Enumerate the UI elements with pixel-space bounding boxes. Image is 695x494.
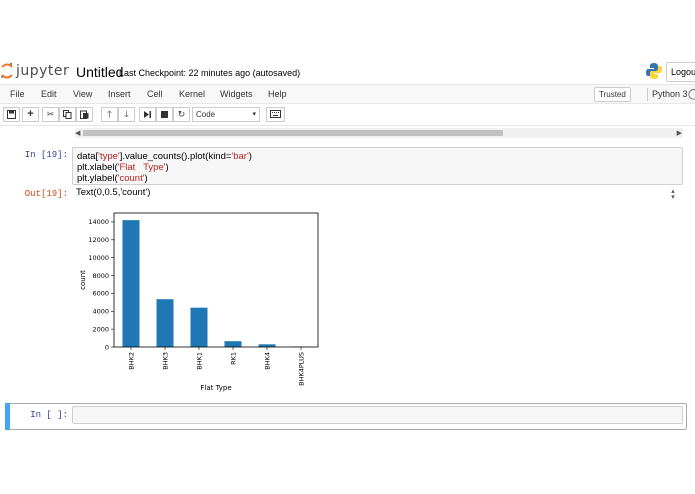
output-prompt: Out[19]: [24,189,68,199]
notebook-title[interactable]: Untitled [76,64,123,80]
jupyter-logo[interactable]: jupyter [0,61,69,81]
menu-cell[interactable]: Cell [147,89,163,99]
python-logo-icon [646,63,662,79]
arrow-up-icon: 🡑 [107,109,112,119]
y-tick-label: 14000 [88,218,109,226]
interrupt-button[interactable] [156,107,173,122]
y-axis-label: count [79,270,87,290]
x-axis-label: Flat Type [200,384,231,392]
y-tick-label: 10000 [88,254,109,262]
menu-widgets[interactable]: Widgets [220,89,253,99]
celltype-value: Code [196,110,216,119]
x-tick-label: BHK3 [162,352,170,370]
jupyter-logo-text: jupyter [16,63,70,79]
menu-kernel[interactable]: Kernel [179,89,205,99]
copy-button[interactable] [59,107,76,122]
plot-frame [113,212,319,348]
x-tick-label: BHK4 [264,352,272,370]
bar-chart: BHK2 BHK3 BHK1 RK1 BHK4 BHK4PLUS 0 2000 4000 6000… [79,212,319,392]
x-tick-label: BHK1 [196,352,204,370]
y-tick-label: 0 [105,343,109,351]
input-prompt: In [19]: [24,150,68,160]
save-button[interactable] [3,107,20,122]
trusted-badge[interactable]: Trusted [594,87,631,102]
x-tick-label: RK1 [230,352,238,365]
celltype-select[interactable]: Code ▾ [192,107,260,122]
chart-bar [224,341,242,347]
menu-help[interactable]: Help [268,89,287,99]
save-icon [7,110,16,119]
code-line-1: data['type'].value_counts().plot(kind='b… [77,151,252,162]
kernel-status-icon: ◯ [688,89,695,100]
step-forward-icon [144,111,151,118]
output-collapse-button[interactable]: ▴ ▾ [668,188,678,201]
scroll-left-arrow-icon[interactable]: ◀ [75,129,80,137]
y-tick-label: 4000 [92,308,109,316]
insert-cell-button[interactable]: + [22,107,39,122]
notebook-toolbar: + ✂ 🡑 🡓 ↻ Code ▾ [0,104,695,126]
y-tick-label: 6000 [92,290,109,298]
run-button[interactable] [139,107,156,122]
cell-selection-bar [5,403,10,430]
copy-icon [63,110,72,119]
scroll-right-arrow-icon[interactable]: ▶ [677,129,682,137]
keyboard-icon [270,110,281,118]
code-editor[interactable]: data['type'].value_counts().plot(kind='b… [72,147,683,185]
x-tick-label: BHK2 [128,352,136,370]
kernel-name: Python 3 [652,89,688,99]
refresh-icon: ↻ [177,109,186,119]
command-palette-button[interactable] [266,107,285,122]
checkpoint-status: Last Checkpoint: 22 minutes ago (autosav… [119,68,301,78]
move-down-button[interactable]: 🡓 [118,107,135,122]
chart-bar [156,299,174,347]
y-tick-label: 2000 [92,325,109,333]
kernel-separator [647,88,648,101]
chart-bar [258,344,276,347]
logout-button[interactable]: Logout [666,62,695,82]
y-tick-label: 8000 [92,272,109,280]
notebook-header: jupyter Untitled Last Checkpoint: 22 min… [0,57,695,85]
arrow-down-icon: 🡓 [124,109,129,119]
menu-file[interactable]: File [10,89,25,99]
scrollbar-thumb[interactable] [83,130,503,136]
menu-edit[interactable]: Edit [41,89,57,99]
empty-input-prompt: In [ ]: [30,410,68,420]
cut-button[interactable]: ✂ [42,107,59,122]
output-text: Text(0,0.5,'count') [76,187,151,198]
code-line-2: plt.xlabel('Flat Type') [77,162,169,173]
restart-button[interactable]: ↻ [173,107,190,122]
scissors-icon: ✂ [46,109,55,119]
paste-icon [80,110,89,119]
x-tick-label: BHK4PLUS [298,352,306,386]
plus-icon: + [27,108,34,120]
chart-bar [122,220,140,347]
empty-code-editor[interactable] [72,406,683,424]
stop-icon [161,111,168,118]
jupyter-orbit-icon [1,62,13,79]
collapse-icon: ▴ ▾ [671,188,675,201]
move-up-button[interactable]: 🡑 [101,107,118,122]
paste-button[interactable] [76,107,93,122]
menu-view[interactable]: View [73,89,92,99]
y-tick-label: 12000 [88,236,109,244]
horizontal-scrollbar[interactable]: ◀ ▶ [75,128,683,138]
code-line-3: plt.ylabel('count') [77,173,148,184]
menu-insert[interactable]: Insert [108,89,131,99]
menu-bar: File Edit View Insert Cell Kernel Widget… [0,84,695,104]
chevron-down-icon: ▾ [252,111,256,118]
chart-bar [190,307,208,347]
